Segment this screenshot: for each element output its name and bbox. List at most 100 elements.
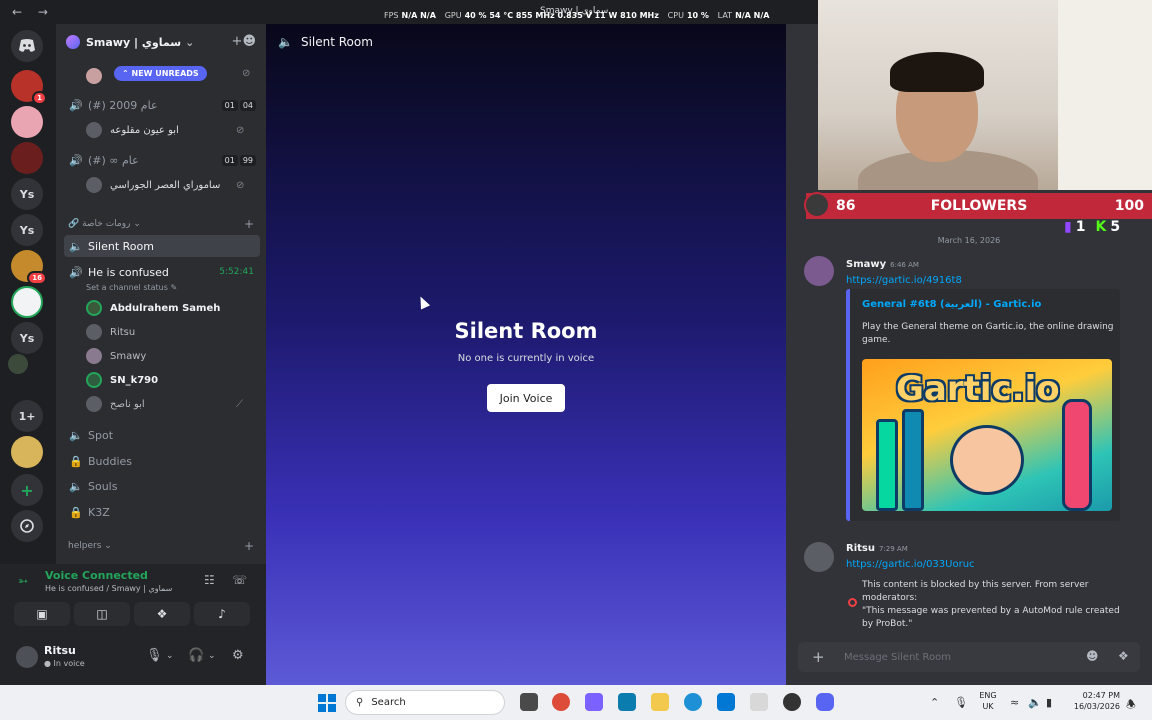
user-panel: Ritsu ● In voice 🎙 ⌄ 🎧 ⌄ ⚙: [0, 634, 266, 685]
server-icon[interactable]: [11, 436, 43, 468]
nav-arrows[interactable]: ← →: [12, 5, 54, 19]
soundboard-button[interactable]: ♪: [194, 602, 250, 626]
server-icon[interactable]: [8, 354, 28, 374]
taskbar-clock[interactable]: 02:47 PM 16/03/2026: [1072, 690, 1120, 712]
camera-off-button[interactable]: ▣: [14, 602, 70, 626]
attach-plus-icon[interactable]: +: [812, 648, 825, 666]
message-author[interactable]: Ritsu 7:29 AM: [846, 543, 908, 554]
category-helpers[interactable]: helpers ⌄: [68, 541, 112, 551]
message-input[interactable]: [844, 648, 1074, 666]
voice-member[interactable]: ساموراي العصر الجوراسي ⊘: [86, 175, 244, 195]
channel-k3z[interactable]: 🔒 K3Z: [64, 501, 260, 523]
vscode-icon[interactable]: [618, 693, 636, 711]
chevron-down-icon[interactable]: ⌄: [208, 651, 216, 661]
server-folder-icon[interactable]: 1+: [11, 400, 43, 432]
server-badge-icon: [66, 35, 80, 49]
voice-member[interactable]: SN_k790: [86, 370, 158, 390]
disconnect-icon[interactable]: ☏: [232, 573, 247, 587]
invite-people-icon[interactable]: +☻: [232, 34, 256, 49]
taskbar-search[interactable]: ⚲ Search: [345, 690, 505, 715]
volume-icon[interactable]: 🔈: [1028, 696, 1042, 709]
activities-button[interactable]: ❖: [134, 602, 190, 626]
chevron-up-icon[interactable]: ⌃: [930, 696, 939, 709]
server-icon[interactable]: 16: [11, 250, 47, 285]
add-channel-icon[interactable]: +: [244, 539, 254, 553]
voice-member[interactable]: Ritsu: [86, 322, 135, 342]
voice-member[interactable]: [86, 66, 110, 86]
file-explorer-icon[interactable]: [651, 693, 669, 711]
user-name[interactable]: Ritsu: [44, 644, 76, 657]
discover-icon[interactable]: [11, 510, 43, 542]
channel-silent-room[interactable]: 🔈 Silent Room: [64, 235, 260, 257]
wifi-icon[interactable]: ≈: [1010, 696, 1019, 709]
server-icon[interactable]: [11, 142, 43, 174]
outlook-icon[interactable]: [717, 693, 735, 711]
gartic-logo: Gartic.io: [896, 369, 1060, 409]
discord-home-icon[interactable]: [11, 30, 43, 62]
settings-gear-icon[interactable]: ⚙: [232, 648, 244, 663]
channel-buddies[interactable]: 🔒 Buddies: [64, 450, 260, 472]
channel-sidebar: Smawy | سماوي ⌄ +☻ ⌃ NEW UNREADS ⊘ 🔊 (#)…: [56, 24, 266, 564]
category-private-rooms[interactable]: 🔗 رومات خاصة ⌄: [68, 219, 141, 229]
server-icon[interactable]: Ys: [11, 322, 43, 354]
headphones-icon[interactable]: 🎧: [188, 648, 204, 663]
voice-member[interactable]: ابو عيون مقلوعه ⊘: [86, 120, 244, 140]
add-channel-icon[interactable]: +: [244, 217, 254, 231]
battery-icon[interactable]: ▮: [1046, 696, 1052, 709]
task-view-icon[interactable]: [520, 693, 538, 711]
deafened-icon: ⊘: [236, 179, 245, 191]
server-icon[interactable]: Ys: [11, 214, 43, 246]
avatar[interactable]: [16, 646, 38, 668]
avatar[interactable]: [804, 542, 834, 572]
message-link[interactable]: https://gartic.io/4916t8: [846, 275, 962, 286]
app-icon[interactable]: [783, 693, 801, 711]
embed-image[interactable]: Gartic.io: [862, 359, 1112, 511]
screen-share-button[interactable]: ◫: [74, 602, 130, 626]
noise-suppression-icon[interactable]: ☷: [204, 573, 215, 587]
channel-spot[interactable]: 🔈 Spot: [64, 424, 260, 446]
windows-start-icon[interactable]: [318, 694, 336, 712]
channel-name: Spot: [88, 428, 114, 442]
edge-icon[interactable]: [684, 693, 702, 711]
new-unreads-pill[interactable]: ⌃ NEW UNREADS: [114, 66, 207, 81]
message-author[interactable]: Smawy 6:46 AM: [846, 259, 919, 270]
microphone-icon[interactable]: 🎙: [146, 648, 163, 663]
store-icon[interactable]: [750, 693, 768, 711]
server-icon[interactable]: 1: [11, 70, 47, 105]
signal-icon[interactable]: ➳: [18, 574, 28, 588]
voice-channel[interactable]: 🔊 (#) 2009 عام 01 04: [64, 94, 260, 116]
language-indicator[interactable]: ENG UK: [978, 690, 998, 712]
voice-member[interactable]: Smawy: [86, 346, 146, 366]
voice-member[interactable]: ابو ناصح ⟋: [86, 394, 243, 414]
microphone-tray-icon[interactable]: 🎙: [954, 696, 968, 709]
discord-taskbar-icon[interactable]: [816, 693, 834, 711]
copilot-icon[interactable]: [585, 693, 603, 711]
screen-share-icon: ◫: [96, 607, 108, 621]
stage-title: Silent Room: [454, 319, 598, 343]
server-icon[interactable]: [11, 286, 43, 318]
channel-name: (#) ∞ عام: [88, 153, 139, 167]
set-channel-status[interactable]: Set a channel status ✎: [86, 283, 177, 292]
webcam-overlay: [818, 0, 1152, 190]
member-name: ابو عيون مقلوعه: [110, 124, 179, 136]
embed-title[interactable]: General #6t8 (العربية) - Gartic.io: [862, 299, 1041, 310]
message-link[interactable]: https://gartic.io/033Uoruc: [846, 559, 975, 570]
avatar: [86, 396, 102, 412]
emoji-icon[interactable]: ☻: [1086, 649, 1099, 663]
notifications-icon[interactable]: 🕭: [1126, 696, 1136, 715]
chevron-down-icon[interactable]: ⌄: [166, 651, 174, 661]
voice-channel[interactable]: 🔊 (#) ∞ عام 01 99: [64, 149, 260, 171]
apps-icon[interactable]: ❖: [1118, 649, 1129, 663]
voice-member[interactable]: Abdulrahem Sameh: [86, 298, 220, 318]
avatar[interactable]: [804, 256, 834, 286]
voice-connected-title[interactable]: Voice Connected: [45, 569, 148, 582]
soundboard-icon: ♪: [218, 607, 226, 621]
chrome-icon[interactable]: [552, 693, 570, 711]
channel-souls[interactable]: 🔈 Souls: [64, 475, 260, 497]
add-server-icon[interactable]: +: [11, 474, 43, 506]
server-icon[interactable]: Ys: [11, 178, 43, 210]
speaker-icon: 🔈: [69, 239, 83, 253]
join-voice-button[interactable]: Join Voice: [487, 384, 565, 412]
server-icon[interactable]: [11, 106, 43, 138]
user-status: ● In voice: [44, 659, 85, 668]
